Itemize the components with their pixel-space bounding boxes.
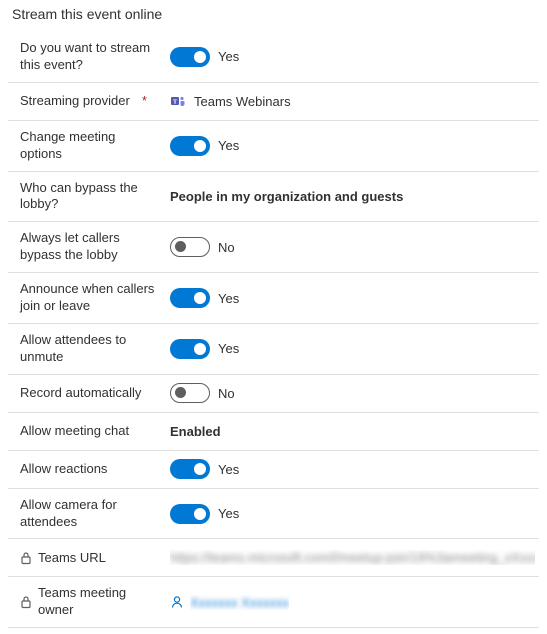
label-allow-chat: Allow meeting chat xyxy=(20,423,170,440)
toggle-record-auto-state: No xyxy=(218,386,235,401)
owner-link[interactable]: Xxxxxxx Xxxxxxx xyxy=(170,595,289,610)
value-allow-chat: Enabled xyxy=(170,424,221,439)
row-teams-url: Teams URL https://teams.microsoft.com/l/… xyxy=(8,539,539,577)
row-bypass-who: Who can bypass the lobby? People in my o… xyxy=(8,172,539,223)
toggle-allow-reactions-state: Yes xyxy=(218,462,239,477)
value-teams-url: https://teams.microsoft.com/l/meetup-joi… xyxy=(170,550,535,565)
toggle-allow-reactions[interactable] xyxy=(170,459,210,479)
value-bypass-who: People in my organization and guests xyxy=(170,189,403,204)
label-stream-event: Do you want to stream this event? xyxy=(20,40,170,74)
lock-icon xyxy=(20,595,32,609)
row-record-auto: Record automatically No xyxy=(8,375,539,413)
toggle-announce[interactable] xyxy=(170,288,210,308)
label-record-auto: Record automatically xyxy=(20,385,170,402)
value-provider: T Teams Webinars xyxy=(170,93,291,109)
row-allow-unmute: Allow attendees to unmute Yes xyxy=(8,324,539,375)
toggle-change-options[interactable] xyxy=(170,136,210,156)
label-allow-camera: Allow camera for attendees xyxy=(20,497,170,531)
toggle-allow-unmute[interactable] xyxy=(170,339,210,359)
row-allow-chat: Allow meeting chat Enabled xyxy=(8,413,539,451)
svg-text:T: T xyxy=(173,99,178,106)
label-change-options: Change meeting options xyxy=(20,129,170,163)
toggle-record-auto[interactable] xyxy=(170,383,210,403)
label-announce: Announce when callers join or leave xyxy=(20,281,170,315)
row-announce: Announce when callers join or leave Yes xyxy=(8,273,539,324)
row-allow-camera: Allow camera for attendees Yes xyxy=(8,489,539,540)
toggle-announce-state: Yes xyxy=(218,291,239,306)
toggle-allow-camera-state: Yes xyxy=(218,506,239,521)
toggle-allow-camera[interactable] xyxy=(170,504,210,524)
row-owner: Teams meeting owner Xxxxxxx Xxxxxxx xyxy=(8,577,539,628)
toggle-stream-event-state: Yes xyxy=(218,49,239,64)
toggle-always-bypass[interactable] xyxy=(170,237,210,257)
label-provider: Streaming provider* xyxy=(20,93,170,110)
lock-icon xyxy=(20,551,32,565)
label-bypass-who: Who can bypass the lobby? xyxy=(20,180,170,214)
row-provider: Streaming provider* T Teams Webinars xyxy=(8,83,539,121)
label-allow-unmute: Allow attendees to unmute xyxy=(20,332,170,366)
label-allow-reactions: Allow reactions xyxy=(20,461,170,478)
row-allow-reactions: Allow reactions Yes xyxy=(8,451,539,489)
required-asterisk: * xyxy=(142,93,147,110)
row-stream-event: Do you want to stream this event? Yes xyxy=(8,32,539,83)
teams-icon: T xyxy=(170,93,186,109)
toggle-always-bypass-state: No xyxy=(218,240,235,255)
toggle-allow-unmute-state: Yes xyxy=(218,341,239,356)
section-title: Stream this event online xyxy=(8,6,539,22)
row-always-bypass: Always let callers bypass the lobby No xyxy=(8,222,539,273)
row-change-options: Change meeting options Yes xyxy=(8,121,539,172)
toggle-stream-event[interactable] xyxy=(170,47,210,67)
label-teams-url: Teams URL xyxy=(20,550,170,567)
toggle-change-options-state: Yes xyxy=(218,138,239,153)
person-icon xyxy=(170,595,184,609)
label-always-bypass: Always let callers bypass the lobby xyxy=(20,230,170,264)
label-owner: Teams meeting owner xyxy=(20,585,170,619)
